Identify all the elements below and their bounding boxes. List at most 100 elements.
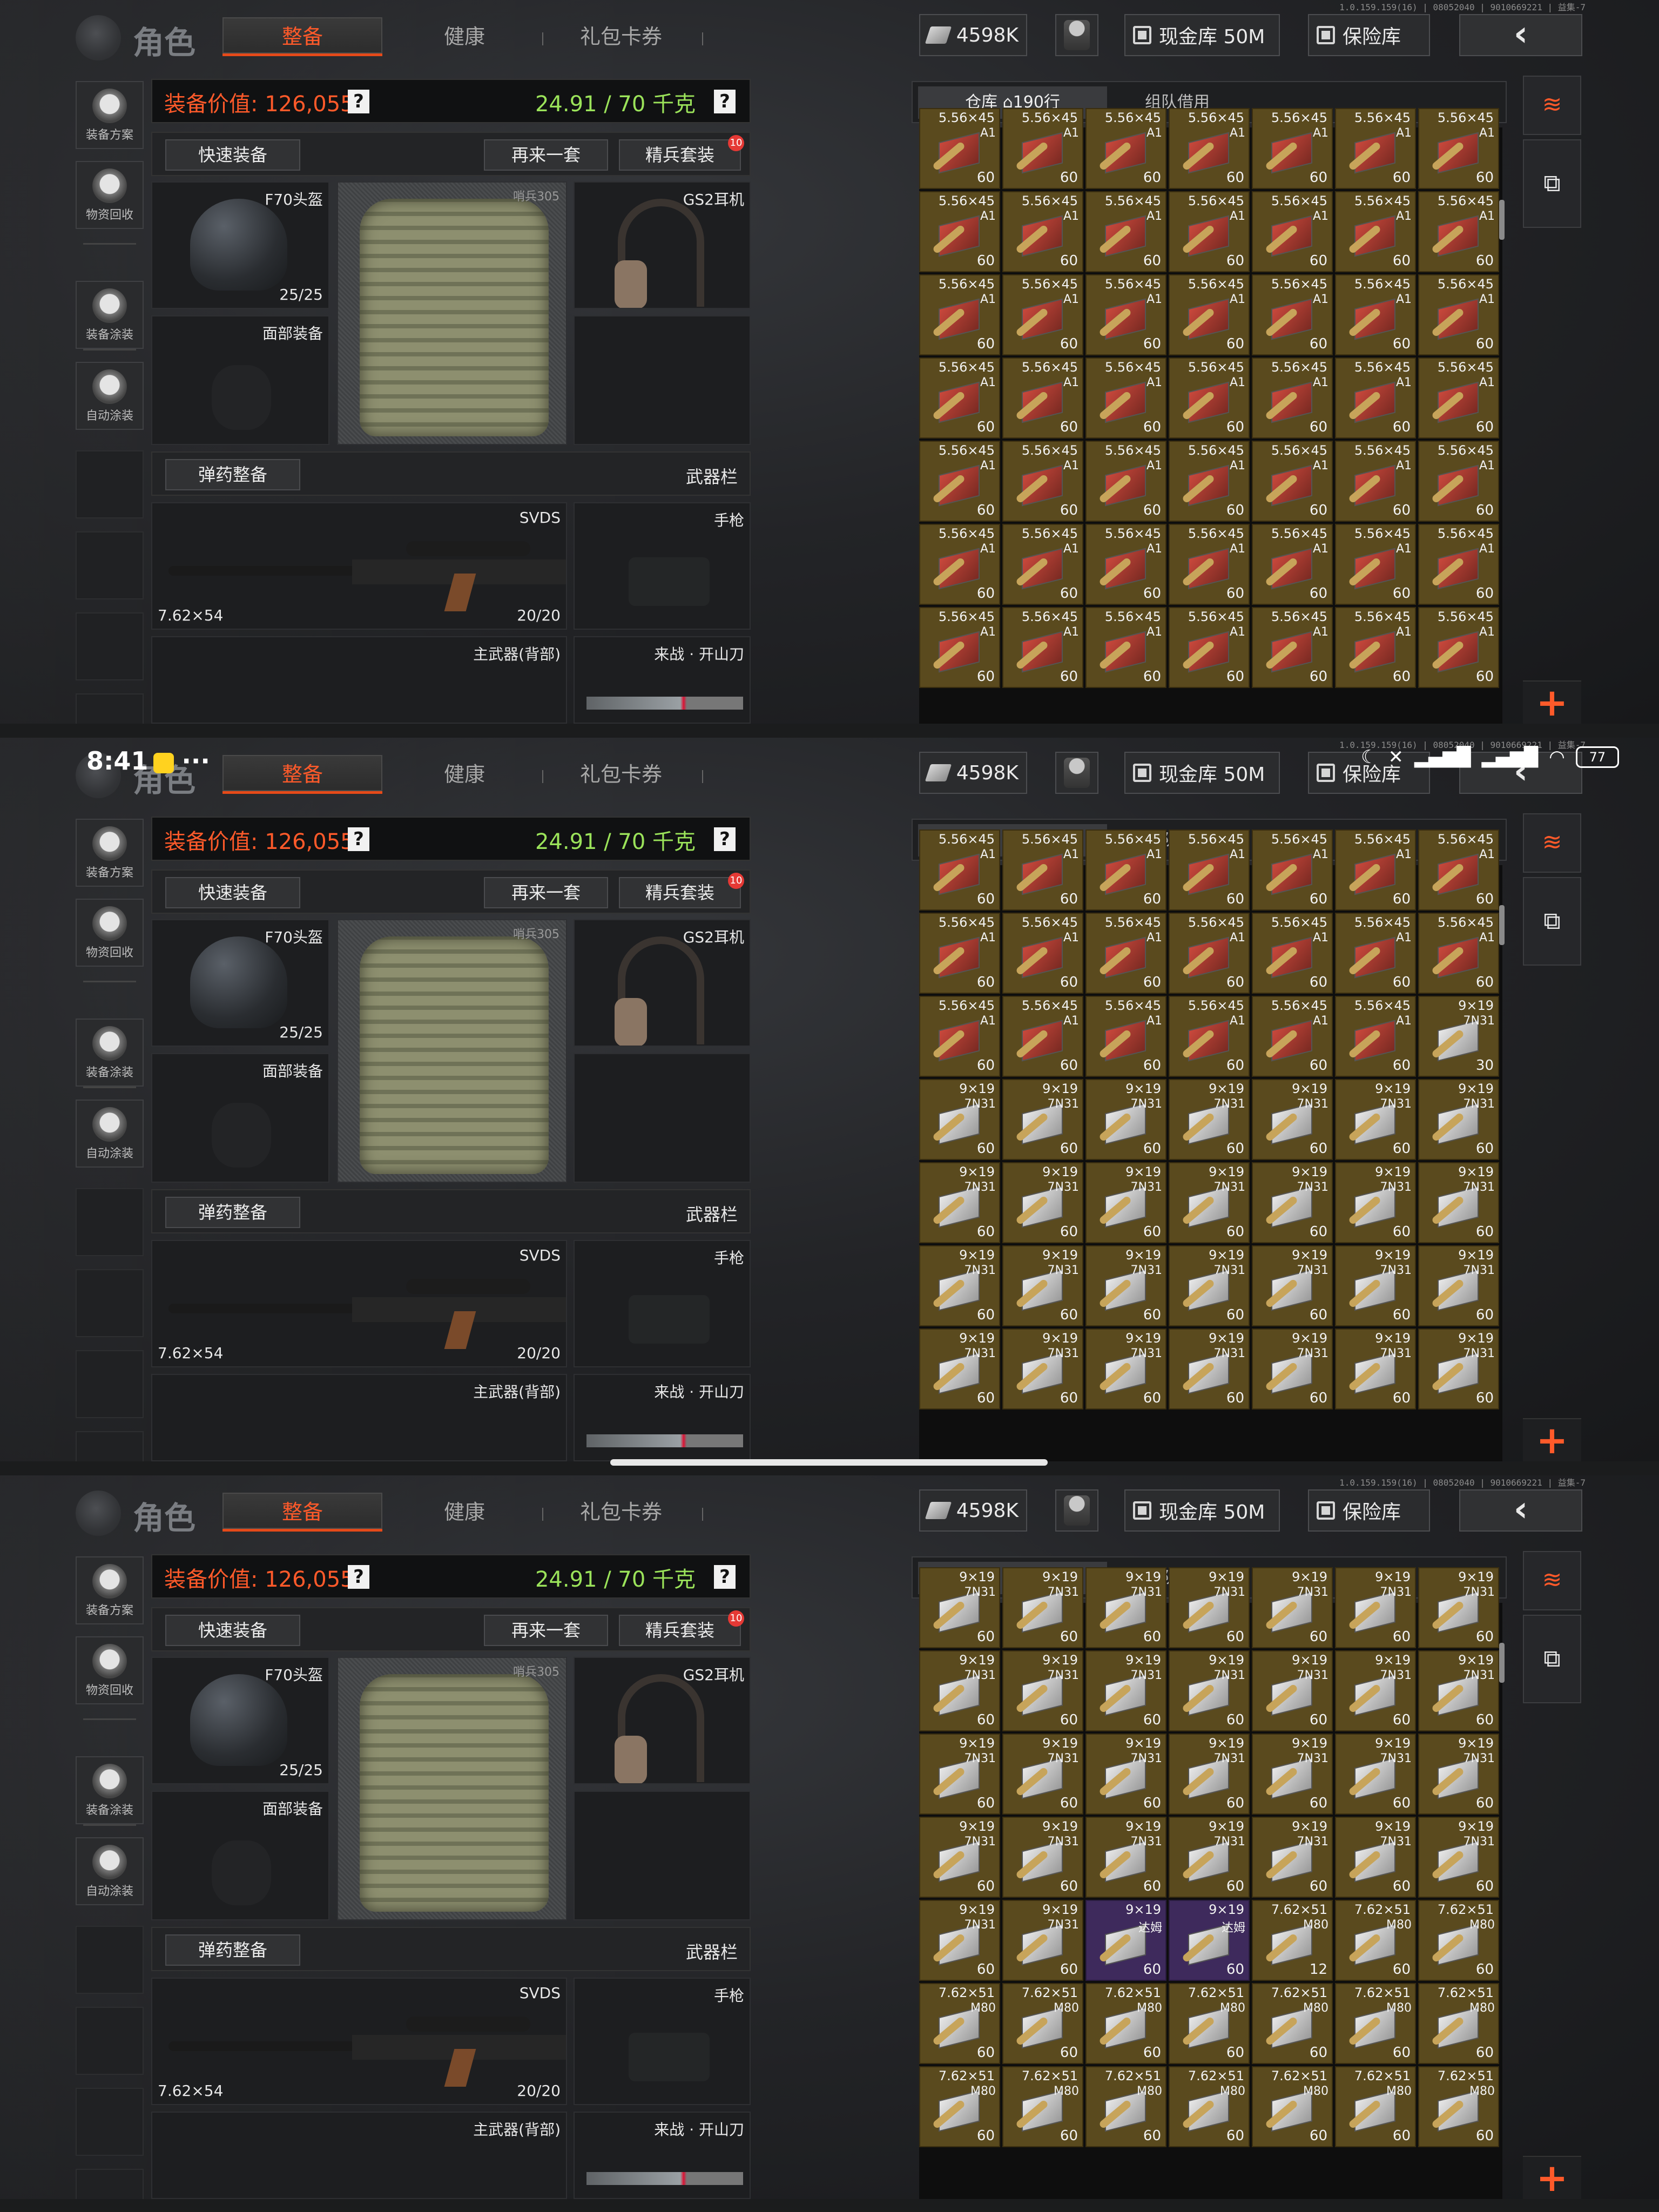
headset-slot[interactable]: GS2耳机 <box>574 181 751 309</box>
soldier-button[interactable] <box>1055 752 1098 794</box>
inventory-cell[interactable]: 9×19 7N31 60 <box>1252 1817 1333 1898</box>
inventory-cell[interactable]: 5.56×45 A1 60 <box>919 441 1000 522</box>
sidebar-item-2[interactable]: 装备涂装 <box>76 281 144 349</box>
sort-stack-button[interactable]: ≋ <box>1523 76 1581 135</box>
inventory-cell[interactable]: 7.62×51 M80 60 <box>1169 1983 1250 2064</box>
inventory-cell[interactable]: 5.56×45 A1 60 <box>1085 830 1166 911</box>
inventory-cell[interactable]: 9×19 7N31 60 <box>1252 1079 1333 1160</box>
inventory-cell[interactable]: 9×19 7N31 60 <box>919 1328 1000 1410</box>
inventory-cell[interactable]: 9×19 7N31 60 <box>1002 1734 1083 1815</box>
sidebar-item-3[interactable]: 自动涂装 <box>76 1837 144 1905</box>
inventory-cell[interactable]: 9×19 7N31 60 <box>919 1567 1000 1648</box>
inventory-cell[interactable]: 5.56×45 A1 60 <box>1252 358 1333 439</box>
inventory-cell[interactable]: 5.56×45 A1 60 <box>919 108 1000 189</box>
inventory-cell[interactable]: 5.56×45 A1 60 <box>1002 358 1083 439</box>
inventory-cell[interactable]: 9×19 7N31 60 <box>1335 1650 1416 1731</box>
sidebar-item-2[interactable]: 装备涂装 <box>76 1019 144 1087</box>
elite-set-button[interactable]: 精兵套装 10 <box>619 135 744 171</box>
inventory-cell[interactable]: 9×19 达姆 60 <box>1169 1900 1250 1981</box>
inventory-cell[interactable]: 7.62×51 M80 60 <box>919 2066 1000 2147</box>
inventory-scrollbar[interactable] <box>1499 200 1505 240</box>
soldier-button[interactable] <box>1055 14 1098 56</box>
inventory-cell[interactable]: 7.62×51 M80 60 <box>1335 2066 1416 2147</box>
sidebar-item-1[interactable]: 物资回收 <box>76 899 144 967</box>
inventory-cell[interactable]: 5.56×45 A1 60 <box>1085 274 1166 355</box>
inventory-cell[interactable]: 5.56×45 A1 60 <box>1335 108 1416 189</box>
inventory-cell[interactable]: 9×19 7N31 60 <box>1335 1734 1416 1815</box>
inventory-cell[interactable]: 9×19 7N31 60 <box>1169 1650 1250 1731</box>
inventory-cell[interactable]: 9×19 7N31 60 <box>1002 1817 1083 1898</box>
quick-equip-button[interactable]: 快速装备 <box>165 1615 300 1646</box>
melee-slot[interactable]: 来战 · 开山刀 <box>574 2112 751 2199</box>
inventory-cell[interactable]: 9×19 7N31 60 <box>1169 1734 1250 1815</box>
inventory-cell[interactable]: 7.62×51 M80 60 <box>1335 1983 1416 2064</box>
inventory-cell[interactable]: 9×19 7N31 60 <box>1335 1567 1416 1648</box>
value-help-icon[interactable]: ? <box>348 90 369 113</box>
primary-weapon-slot[interactable]: SVDS 7.62×54 20/20 <box>151 1240 567 1367</box>
inventory-cell[interactable]: 9×19 7N31 60 <box>1002 1245 1083 1326</box>
cash-vault-button[interactable]: 现金库 50M <box>1124 1489 1280 1532</box>
inventory-cell[interactable]: 9×19 7N31 60 <box>919 1162 1000 1243</box>
headset-slot[interactable]: GS2耳机 <box>574 1657 751 1784</box>
face-slot[interactable]: 面部装备 <box>151 1791 329 1920</box>
inventory-cell[interactable]: 5.56×45 A1 60 <box>919 996 1000 1077</box>
inventory-cell[interactable]: 5.56×45 A1 60 <box>1252 607 1333 688</box>
inventory-cell[interactable]: 9×19 7N31 60 <box>1335 1245 1416 1326</box>
repeat-set-button[interactable]: 再来一套 <box>484 1615 608 1646</box>
stash-in-button[interactable]: ⧉ <box>1523 139 1581 228</box>
empty-gear-slot[interactable] <box>574 1053 751 1183</box>
inventory-cell[interactable]: 5.56×45 A1 60 <box>1252 191 1333 272</box>
inventory-cell[interactable]: 9×19 7N31 60 <box>919 1650 1000 1731</box>
inventory-cell[interactable]: 5.56×45 A1 60 <box>1418 108 1499 189</box>
sort-stack-button[interactable]: ≋ <box>1523 1551 1581 1610</box>
inventory-cell[interactable]: 5.56×45 A1 60 <box>1335 913 1416 994</box>
sidebar-item-0[interactable]: 装备方案 <box>76 1556 144 1624</box>
stash-in-button[interactable]: ⧉ <box>1523 877 1581 966</box>
inventory-cell[interactable]: 5.56×45 A1 60 <box>1335 274 1416 355</box>
inventory-cell[interactable]: 9×19 7N31 60 <box>1252 1328 1333 1410</box>
inventory-cell[interactable]: 9×19 7N31 60 <box>1335 1328 1416 1410</box>
inventory-cell[interactable]: 5.56×45 A1 60 <box>1252 108 1333 189</box>
inventory-cell[interactable]: 5.56×45 A1 60 <box>1169 358 1250 439</box>
face-slot[interactable]: 面部装备 <box>151 1053 329 1183</box>
inventory-cell[interactable]: 7.62×51 M80 60 <box>1418 2066 1499 2147</box>
inventory-cell[interactable]: 5.56×45 A1 60 <box>1002 996 1083 1077</box>
home-indicator[interactable] <box>610 1459 1048 1466</box>
inventory-cell[interactable]: 5.56×45 A1 60 <box>1252 830 1333 911</box>
inventory-cell[interactable]: 5.56×45 A1 60 <box>919 830 1000 911</box>
inventory-cell[interactable]: 5.56×45 A1 60 <box>1085 441 1166 522</box>
back-button[interactable]: ‹ <box>1459 1489 1582 1532</box>
sidebar-item-3[interactable]: 自动涂装 <box>76 362 144 430</box>
helmet-slot[interactable]: F70头盔 25/25 <box>151 919 329 1047</box>
inventory-cell[interactable]: 7.62×51 M80 60 <box>1418 1900 1499 1981</box>
inventory-cell[interactable]: 5.56×45 A1 60 <box>1335 996 1416 1077</box>
inventory-cell[interactable]: 9×19 7N31 60 <box>1418 1734 1499 1815</box>
weight-help-icon[interactable]: ? <box>714 90 736 113</box>
repeat-set-button[interactable]: 再来一套 <box>484 877 608 908</box>
inventory-cell[interactable]: 5.56×45 A1 60 <box>919 358 1000 439</box>
cash-display[interactable]: 4598K <box>919 752 1027 794</box>
expand-storage-button[interactable]: + <box>1523 2156 1581 2199</box>
inventory-cell[interactable]: 5.56×45 A1 60 <box>1085 108 1166 189</box>
inventory-cell[interactable]: 5.56×45 A1 60 <box>1085 996 1166 1077</box>
inventory-cell[interactable]: 5.56×45 A1 60 <box>1085 358 1166 439</box>
inventory-cell[interactable]: 7.62×51 M80 60 <box>1085 1983 1166 2064</box>
inventory-cell[interactable]: 5.56×45 A1 60 <box>1418 607 1499 688</box>
tab-0[interactable]: 整备 <box>222 755 382 794</box>
inventory-cell[interactable]: 9×19 7N31 60 <box>1418 1567 1499 1648</box>
soldier-button[interactable] <box>1055 1489 1098 1532</box>
inventory-cell[interactable]: 9×19 7N31 60 <box>1002 1567 1083 1648</box>
inventory-cell[interactable]: 5.56×45 A1 60 <box>1252 524 1333 605</box>
inventory-cell[interactable]: 5.56×45 A1 60 <box>1418 913 1499 994</box>
inventory-cell[interactable]: 9×19 7N31 60 <box>1169 1162 1250 1243</box>
inventory-cell[interactable]: 5.56×45 A1 60 <box>1335 524 1416 605</box>
expand-storage-button[interactable]: + <box>1523 1418 1581 1461</box>
inventory-cell[interactable]: 9×19 7N31 60 <box>1169 1817 1250 1898</box>
inventory-cell[interactable]: 5.56×45 A1 60 <box>1169 524 1250 605</box>
inventory-cell[interactable]: 5.56×45 A1 60 <box>1169 913 1250 994</box>
ammo-refit-button[interactable]: 弹药整备 <box>165 459 300 490</box>
empty-gear-slot[interactable] <box>574 315 751 445</box>
inventory-cell[interactable]: 9×19 7N31 60 <box>919 1079 1000 1160</box>
inventory-cell[interactable]: 5.56×45 A1 60 <box>1169 830 1250 911</box>
inventory-cell[interactable]: 5.56×45 A1 60 <box>1085 191 1166 272</box>
